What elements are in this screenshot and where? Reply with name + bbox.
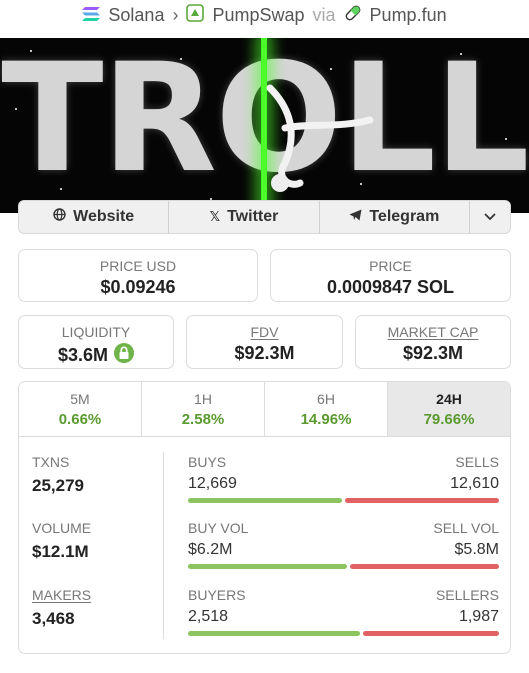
sells-value: 12,610 [450, 475, 499, 492]
buyers-value: 2,518 [188, 608, 229, 625]
twitter-link[interactable]: 𝕏 Twitter [169, 201, 320, 233]
sell-volume-value: $5.8M [454, 541, 499, 558]
twitter-label: Twitter [227, 208, 279, 225]
pill-icon [344, 4, 362, 27]
breadcrumb-launchpad[interactable]: Pump.fun [370, 5, 447, 26]
txns-label: TXNS [32, 454, 70, 470]
buys-sells-bar [188, 498, 499, 503]
buyers-bar [188, 631, 361, 636]
more-links-button[interactable] [470, 201, 510, 233]
tab-24h[interactable]: 24H 79.66% [388, 382, 510, 436]
buyers-label: BUYERS [188, 587, 246, 603]
buy-volume-bar [188, 564, 348, 569]
lock-icon[interactable] [114, 343, 135, 368]
website-link[interactable]: Website [19, 201, 170, 233]
makers-block: MAKERS 3,468 [32, 587, 91, 629]
buyers-sellers-bar [188, 631, 499, 636]
buys-label: BUYS [188, 454, 227, 470]
liquidity-label: LIQUIDITY [61, 324, 131, 340]
sells-label: SELLS [455, 454, 499, 470]
volume-value: $12.1M [32, 542, 89, 561]
liquidity-card: LIQUIDITY $3.6M [18, 315, 174, 369]
volume-label: VOLUME [32, 520, 92, 536]
volume-split-row: BUY VOL SELL VOL $6.2M $5.8M [188, 520, 499, 569]
makers-label[interactable]: MAKERS [32, 587, 91, 603]
price-usd-card: PRICE USD $0.09246 [18, 249, 258, 302]
chevron-down-icon [484, 208, 496, 226]
globe-icon [53, 208, 66, 226]
price-usd-value: $0.09246 [100, 277, 176, 297]
fdv-value: $92.3M [234, 343, 295, 363]
fdv-card: FDV $92.3M [186, 315, 343, 369]
sell-volume-label: SELL VOL [433, 520, 499, 536]
chevron-right-icon: › [172, 4, 179, 25]
buys-bar [188, 498, 343, 503]
tab-1h-change: 2.58% [181, 411, 225, 428]
tab-5m-label: 5M [70, 391, 90, 407]
price-usd-label: PRICE USD [99, 258, 177, 274]
buy-volume-value: $6.2M [188, 541, 233, 558]
dancer-figure [266, 84, 374, 192]
timeframe-tabs: 5M 0.66% 1H 2.58% 6H 14.96% 24H 79.66% [19, 382, 510, 437]
tab-5m[interactable]: 5M 0.66% [19, 382, 142, 436]
solana-icon [82, 5, 101, 26]
tab-24h-label: 24H [436, 391, 462, 407]
pumpswap-icon [186, 3, 205, 27]
market-cap-card: MARKET CAP $92.3M [355, 315, 511, 369]
trading-stats-panel: 5M 0.66% 1H 2.58% 6H 14.96% 24H 79.66% T… [18, 381, 511, 654]
tab-1h-label: 1H [194, 391, 212, 407]
price-native-label: PRICE [369, 258, 412, 274]
price-native-value: 0.0009847 SOL [326, 277, 455, 297]
breadcrumb-dex[interactable]: PumpSwap [212, 5, 304, 26]
token-banner: TROLL [0, 38, 529, 213]
buys-sells-row: BUYS SELLS 12,669 12,610 [188, 454, 499, 503]
telegram-icon [349, 208, 362, 226]
fdv-label[interactable]: FDV [187, 324, 342, 340]
social-links-bar: Website 𝕏 Twitter Telegram [18, 200, 511, 234]
tab-5m-change: 0.66% [58, 411, 102, 428]
market-cap-label[interactable]: MARKET CAP [356, 324, 510, 340]
txns-value: 25,279 [32, 476, 84, 495]
makers-value: 3,468 [32, 609, 75, 628]
sellers-value: 1,987 [458, 608, 499, 625]
volume-split-bar [188, 564, 499, 569]
tab-6h-label: 6H [317, 391, 335, 407]
breadcrumb-chain[interactable]: Solana [108, 5, 164, 26]
price-native-card: PRICE 0.0009847 SOL [270, 249, 511, 302]
sellers-bar [363, 631, 499, 636]
sells-bar [345, 498, 499, 503]
buy-volume-label: BUY VOL [188, 520, 249, 536]
breadcrumb-via: via [312, 4, 336, 25]
tab-24h-change: 79.66% [423, 411, 475, 428]
website-label: Website [73, 208, 135, 225]
buys-value: 12,669 [188, 475, 237, 492]
breadcrumb: Solana › PumpSwap via Pump.fun [0, 0, 529, 30]
tab-6h-change: 14.96% [300, 411, 352, 428]
txns-block: TXNS 25,279 [32, 454, 84, 496]
buyers-sellers-row: BUYERS SELLERS 2,518 1,987 [188, 587, 499, 636]
tab-6h[interactable]: 6H 14.96% [265, 382, 388, 436]
telegram-label: Telegram [369, 208, 440, 225]
telegram-link[interactable]: Telegram [320, 201, 470, 233]
stats-divider [163, 452, 164, 639]
volume-block: VOLUME $12.1M [32, 520, 91, 562]
tab-1h[interactable]: 1H 2.58% [142, 382, 265, 436]
liquidity-value: $3.6M [57, 345, 109, 365]
sell-volume-bar [350, 564, 499, 569]
sellers-label: SELLERS [435, 587, 499, 603]
x-logo-icon: 𝕏 [209, 209, 221, 224]
market-cap-value: $92.3M [402, 343, 464, 363]
